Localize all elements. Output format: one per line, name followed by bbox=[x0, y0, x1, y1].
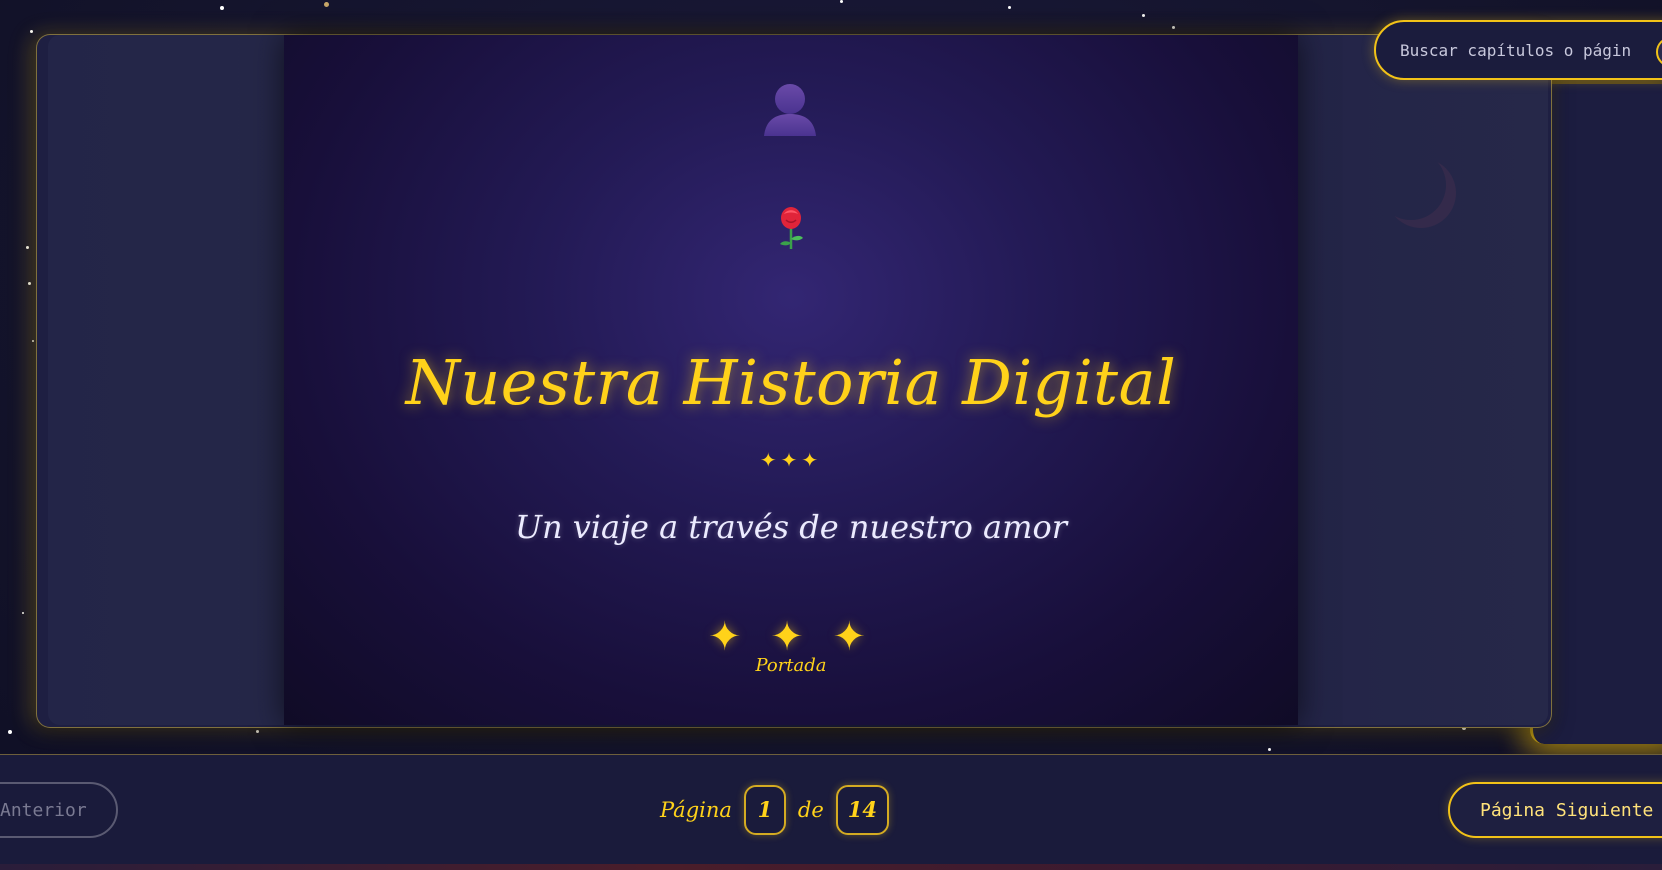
star bbox=[1008, 6, 1011, 9]
page-label: Portada bbox=[755, 655, 827, 676]
star bbox=[22, 612, 24, 614]
star bbox=[1172, 26, 1175, 29]
current-page-number[interactable]: 1 bbox=[743, 785, 786, 835]
page-indicator: Página 1 de 14 bbox=[660, 784, 890, 836]
bottom-strip bbox=[0, 864, 1662, 870]
star bbox=[28, 282, 31, 285]
star bbox=[8, 730, 12, 734]
moon-icon bbox=[1376, 150, 1446, 220]
of-word-label: de bbox=[797, 798, 824, 822]
search-button[interactable] bbox=[1656, 37, 1662, 67]
book-left-page bbox=[48, 35, 298, 725]
cover-title: Nuestra Historia Digital bbox=[405, 346, 1177, 419]
next-page-button[interactable]: Página Siguiente bbox=[1448, 782, 1662, 838]
total-pages-number: 14 bbox=[835, 785, 890, 835]
search-input[interactable] bbox=[1400, 36, 1630, 64]
decorative-stars: ✦✦✦ bbox=[759, 448, 823, 472]
star bbox=[26, 246, 29, 249]
person-silhouette-icon bbox=[760, 78, 820, 138]
star bbox=[30, 30, 33, 33]
book-right-page bbox=[1284, 35, 1548, 725]
search-box bbox=[1374, 20, 1662, 80]
star bbox=[324, 2, 329, 7]
rose-icon bbox=[775, 205, 807, 251]
star bbox=[32, 340, 34, 342]
star bbox=[256, 730, 259, 733]
cover-subtitle: Un viaje a través de nuestro amor bbox=[514, 508, 1067, 546]
star bbox=[220, 6, 224, 10]
app-stage: Nuestra Historia Digital ✦✦✦ Un viaje a … bbox=[0, 0, 1662, 870]
previous-page-button[interactable]: Anterior bbox=[0, 782, 118, 838]
star bbox=[840, 0, 843, 3]
star bbox=[1142, 14, 1145, 17]
page-word-label: Página bbox=[660, 798, 732, 822]
sparkle-stars-icon: ✦ ✦ ✦ bbox=[708, 614, 874, 660]
star bbox=[1268, 748, 1271, 751]
